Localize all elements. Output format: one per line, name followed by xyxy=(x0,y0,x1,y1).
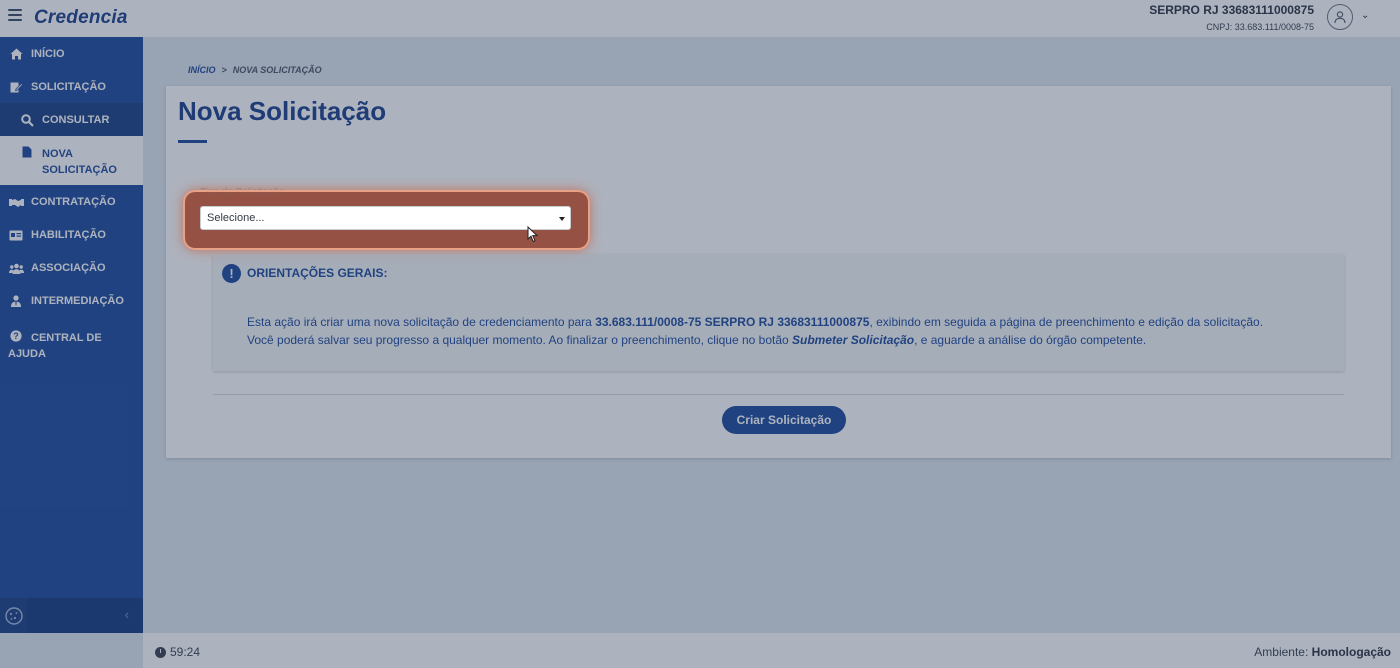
exclamation-icon: ! xyxy=(222,264,241,283)
session-timer: 59:24 xyxy=(155,645,200,659)
line1-bold: 33.683.111/0008-75 SERPRO RJ 33683111000… xyxy=(595,315,870,329)
sidebar-item-inicio[interactable]: Início xyxy=(0,37,143,70)
breadcrumb-current: NOVA SOLICITAÇÃO xyxy=(232,65,322,75)
org-name: SERPRO RJ 33683111000875 xyxy=(1149,3,1314,17)
search-icon xyxy=(19,113,35,127)
sidebar-item-intermediacao[interactable]: Intermediação xyxy=(0,284,143,317)
sidebar-item-label: Associação xyxy=(31,261,106,274)
help-icon: ? xyxy=(8,330,24,342)
file-icon xyxy=(19,146,35,158)
sidebar-item-label: Solicitação xyxy=(31,80,106,93)
sidebar-footer: ‹ xyxy=(0,598,143,633)
title-underline xyxy=(178,140,207,143)
user-avatar-button[interactable] xyxy=(1327,4,1353,30)
caret-down-icon xyxy=(559,217,565,221)
user-icon xyxy=(1334,11,1346,24)
line2-post: , e aguarde a análise do órgão competent… xyxy=(914,333,1147,347)
sidebar-item-label: Nova Solicitação xyxy=(42,148,117,176)
footer: 59:24 Ambiente: Homologação xyxy=(143,633,1400,668)
sidebar-item-habilitacao[interactable]: Habilitação xyxy=(0,218,143,251)
home-icon xyxy=(8,48,24,60)
breadcrumb-separator: > xyxy=(221,65,227,75)
sidebar-item-label: Habilitação xyxy=(31,228,106,241)
line1-pre: Esta ação irá criar uma nova solicitação… xyxy=(247,315,596,329)
sidebar-item-central-de-ajuda[interactable]: ? Central de Ajuda xyxy=(0,317,143,360)
edit-icon xyxy=(8,81,24,93)
id-card-icon xyxy=(8,229,24,241)
org-cnpj: CNPJ: 33.683.111/0008-75 xyxy=(1206,22,1314,32)
timer-value: 59:24 xyxy=(170,645,201,659)
criar-solicitacao-button[interactable]: Criar Solicitação xyxy=(722,406,846,434)
line2-em: Submeter Solicitação xyxy=(792,333,915,347)
mouse-cursor-icon xyxy=(527,226,539,243)
orientations-line-2: Você poderá salvar seu progresso a qualq… xyxy=(247,331,1263,349)
sidebar-item-label: Consultar xyxy=(42,113,110,126)
orientations-text: Esta ação irá criar uma nova solicitação… xyxy=(247,313,1263,349)
collapse-sidebar-icon[interactable]: ‹ xyxy=(125,607,129,622)
line1-post: , exibindo em seguida a página de preenc… xyxy=(869,315,1264,329)
handshake-icon xyxy=(8,196,24,208)
breadcrumb: INÍCIO > NOVA SOLICITAÇÃO xyxy=(188,65,322,75)
sidebar-item-label: Início xyxy=(31,47,65,60)
sidebar: Início Solicitação Consultar Nova Solici… xyxy=(0,37,143,633)
sidebar-item-label: Contratação xyxy=(31,195,116,208)
sidebar-item-label: ? Central de Ajuda xyxy=(8,329,126,362)
breadcrumb-home-link[interactable]: INÍCIO xyxy=(188,65,216,75)
top-bar: Credencia SERPRO RJ 33683111000875 CNPJ:… xyxy=(0,0,1400,37)
env-label-text: Ambiente: xyxy=(1254,645,1312,659)
chevron-down-icon[interactable]: ⌄ xyxy=(1361,10,1369,21)
page-title: Nova Solicitação xyxy=(178,96,387,126)
sidebar-item-associacao[interactable]: Associação xyxy=(0,251,143,284)
svg-text:?: ? xyxy=(13,331,19,341)
line2-pre: Você poderá salvar seu progresso a qualq… xyxy=(247,333,793,347)
sidebar-item-contratacao[interactable]: Contratação xyxy=(0,185,143,218)
env-value: Homologação xyxy=(1311,645,1391,659)
sidebar-item-consultar[interactable]: Consultar xyxy=(0,103,143,136)
sidebar-item-solicitacao[interactable]: Solicitação xyxy=(0,70,143,103)
user-tie-icon xyxy=(8,295,24,307)
orientations-title: ORIENTAÇÕES GERAIS: xyxy=(247,266,388,280)
select-value-spotlit: Selecione... xyxy=(207,212,265,224)
tipo-solicitacao-select-spotlit[interactable]: Selecione... xyxy=(200,206,571,230)
org-info: SERPRO RJ 33683111000875 CNPJ: 33.683.11… xyxy=(1149,3,1314,34)
orientations-line-1: Esta ação irá criar uma nova solicitação… xyxy=(247,313,1263,331)
divider xyxy=(213,394,1344,395)
menu-icon[interactable] xyxy=(8,9,22,21)
cookie-settings-button[interactable] xyxy=(0,598,27,633)
users-icon xyxy=(8,262,24,274)
sidebar-item-nova-solicitacao[interactable]: Nova Solicitação xyxy=(0,136,143,185)
sidebar-item-label: Intermediação xyxy=(31,294,124,307)
brand-logo[interactable]: Credencia xyxy=(34,7,128,29)
clock-icon xyxy=(155,646,166,658)
environment-label: Ambiente: Homologação xyxy=(1254,645,1391,659)
cookie-icon xyxy=(4,606,23,625)
select-label: Tipo de Solicitação xyxy=(200,187,285,198)
